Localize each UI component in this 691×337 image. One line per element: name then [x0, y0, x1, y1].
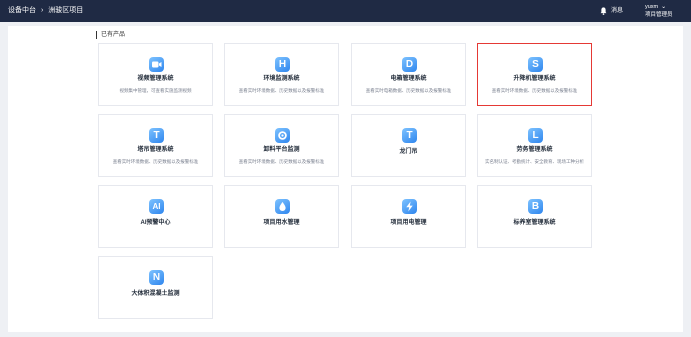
product-card-6[interactable]: T 龙门吊 — [351, 114, 466, 177]
product-title: 视频管理系统 — [137, 76, 174, 82]
breadcrumb-root[interactable]: 设备中台 — [8, 7, 36, 14]
section-title: 已有产品 — [96, 31, 125, 39]
product-card-8[interactable]: AI AI预警中心 — [98, 185, 213, 248]
product-title: 劳务管理系统 — [516, 147, 553, 153]
letter-b-icon: B — [528, 199, 543, 214]
product-description: 查看实时环境数据、历史数据以及报警标准 — [112, 159, 199, 164]
letter-t-icon: T — [402, 128, 417, 143]
bell-icon — [600, 7, 607, 15]
product-title: 电箱管理系统 — [390, 76, 427, 82]
platform-icon — [275, 128, 290, 143]
product-card-5[interactable]: 卸料平台监测 查看实时环境数据、历史数据以及报警标准 — [224, 114, 339, 177]
breadcrumb: 设备中台 › 洲骏区项目 — [8, 6, 86, 16]
product-title: AI预警中心 — [140, 220, 171, 226]
product-card-3[interactable]: S 升降机管理系统 查看实时环境数据、历史数据以及报警标准 — [477, 43, 592, 106]
letter-l-icon: L — [528, 128, 543, 143]
product-description: 查看实时环境数据、历史数据以及报警标准 — [238, 159, 325, 164]
letter-t-icon: T — [149, 128, 164, 143]
messages-label: 消息 — [611, 8, 624, 14]
letter-h-icon: H — [275, 57, 290, 72]
letter-n-icon: N — [149, 270, 164, 285]
product-title: 项目用电管理 — [390, 220, 427, 226]
product-description: 实名制认证、考勤统计、安全教育、现场工种分析 — [485, 159, 584, 164]
main-panel: 已有产品 视频管理系统 视频集中管理，可查看实施监测视频 H 环境监测系统 查看… — [8, 26, 683, 332]
product-title: 标养室管理系统 — [513, 220, 556, 226]
product-title: 卸料平台监测 — [263, 147, 300, 153]
messages-button[interactable]: 消息 — [600, 6, 623, 16]
product-title: 龙门吊 — [399, 149, 418, 155]
product-description: 查看实时环境数据、历史数据以及报警标准 — [491, 88, 578, 93]
product-title: 大体积混凝土监测 — [131, 291, 180, 297]
product-description: 查看实时电箱数据、历史数据以及报警标准 — [365, 88, 452, 93]
breadcrumb-separator: › — [40, 7, 44, 14]
water-drop-icon — [275, 199, 290, 214]
product-card-4[interactable]: T 塔吊管理系统 查看实时环境数据、历史数据以及报警标准 — [98, 114, 213, 177]
user-menu[interactable]: yuxm ⌄ 项目管理员 — [645, 3, 673, 19]
product-card-0[interactable]: 视频管理系统 视频集中管理，可查看实施监测视频 — [98, 43, 213, 106]
product-card-7[interactable]: L 劳务管理系统 实名制认证、考勤统计、安全教育、现场工种分析 — [477, 114, 592, 177]
product-card-11[interactable]: B 标养室管理系统 — [477, 185, 592, 248]
product-card-2[interactable]: D 电箱管理系统 查看实时电箱数据、历史数据以及报警标准 — [351, 43, 466, 106]
product-card-10[interactable]: 项目用电管理 — [351, 185, 466, 248]
product-title: 项目用水管理 — [263, 220, 300, 226]
product-card-9[interactable]: 项目用水管理 — [224, 185, 339, 248]
video-icon — [149, 57, 164, 72]
letter-d-icon: D — [402, 57, 417, 72]
chevron-down-icon: ⌄ — [661, 4, 667, 10]
letter-s-icon: S — [528, 57, 543, 72]
product-title: 升降机管理系统 — [513, 76, 556, 82]
product-description: 查看实时环境数据、历史数据以及报警标准 — [238, 88, 325, 93]
ai-icon: AI — [149, 199, 164, 214]
product-title: 环境监测系统 — [263, 76, 300, 82]
user-role: 项目管理员 — [645, 12, 673, 18]
product-description: 视频集中管理，可查看实施监测视频 — [119, 88, 192, 93]
top-bar: 设备中台 › 洲骏区项目 消息 yuxm ⌄ 项目管理员 — [0, 0, 691, 22]
product-card-1[interactable]: H 环境监测系统 查看实时环境数据、历史数据以及报警标准 — [224, 43, 339, 106]
product-title: 塔吊管理系统 — [137, 147, 174, 153]
lightning-icon — [402, 199, 417, 214]
product-card-12[interactable]: N 大体积混凝土监测 — [98, 256, 213, 319]
breadcrumb-current: 洲骏区项目 — [48, 7, 84, 14]
user-name: yuxm — [645, 4, 659, 10]
